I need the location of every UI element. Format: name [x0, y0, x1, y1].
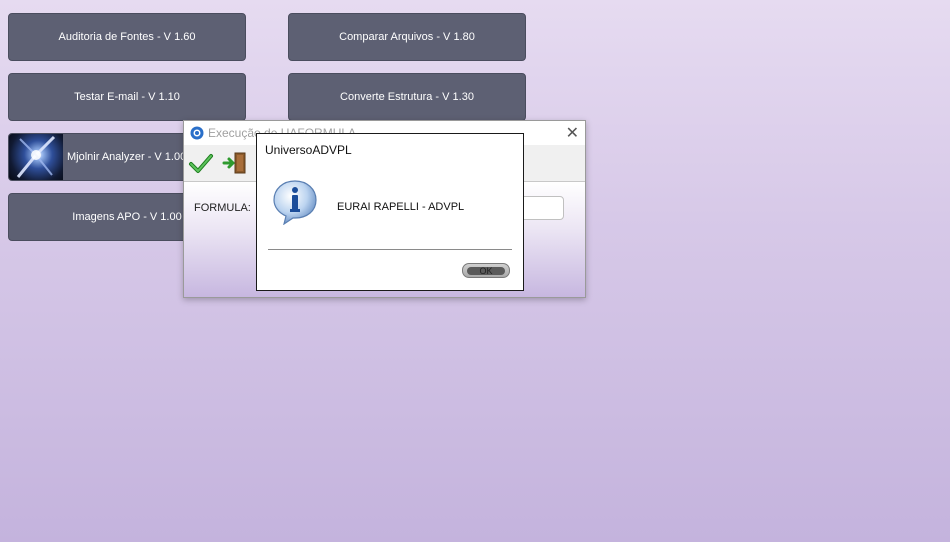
auditoria-fontes-button[interactable]: Auditoria de Fontes - V 1.60	[8, 13, 246, 61]
dialog-title: UniversoADVPL	[265, 143, 352, 157]
ok-button[interactable]: OK	[462, 263, 510, 278]
mjolnir-thumbnail-image	[9, 134, 63, 180]
close-icon[interactable]: ✕	[566, 123, 579, 143]
info-icon	[273, 180, 317, 225]
mjolnir-analyzer-label: Mjolnir Analyzer - V 1.00	[67, 151, 187, 163]
comparar-arquivos-button[interactable]: Comparar Arquivos - V 1.80	[288, 13, 526, 61]
converte-estrutura-button[interactable]: Converte Estrutura - V 1.30	[288, 73, 526, 121]
ok-button-label: OK	[467, 266, 505, 275]
dialog-divider	[268, 249, 512, 250]
dialog-message: EURAI RAPELLI - ADVPL	[337, 201, 465, 213]
message-dialog: UniversoADVPL EURAI RAPELLI - ADVPL OK	[256, 133, 524, 291]
exit-door-icon[interactable]	[222, 150, 248, 176]
checkmark-icon[interactable]	[188, 150, 214, 176]
app-logo-icon	[190, 126, 204, 143]
formula-label: FORMULA:	[194, 202, 251, 214]
testar-email-button[interactable]: Testar E-mail - V 1.10	[8, 73, 246, 121]
